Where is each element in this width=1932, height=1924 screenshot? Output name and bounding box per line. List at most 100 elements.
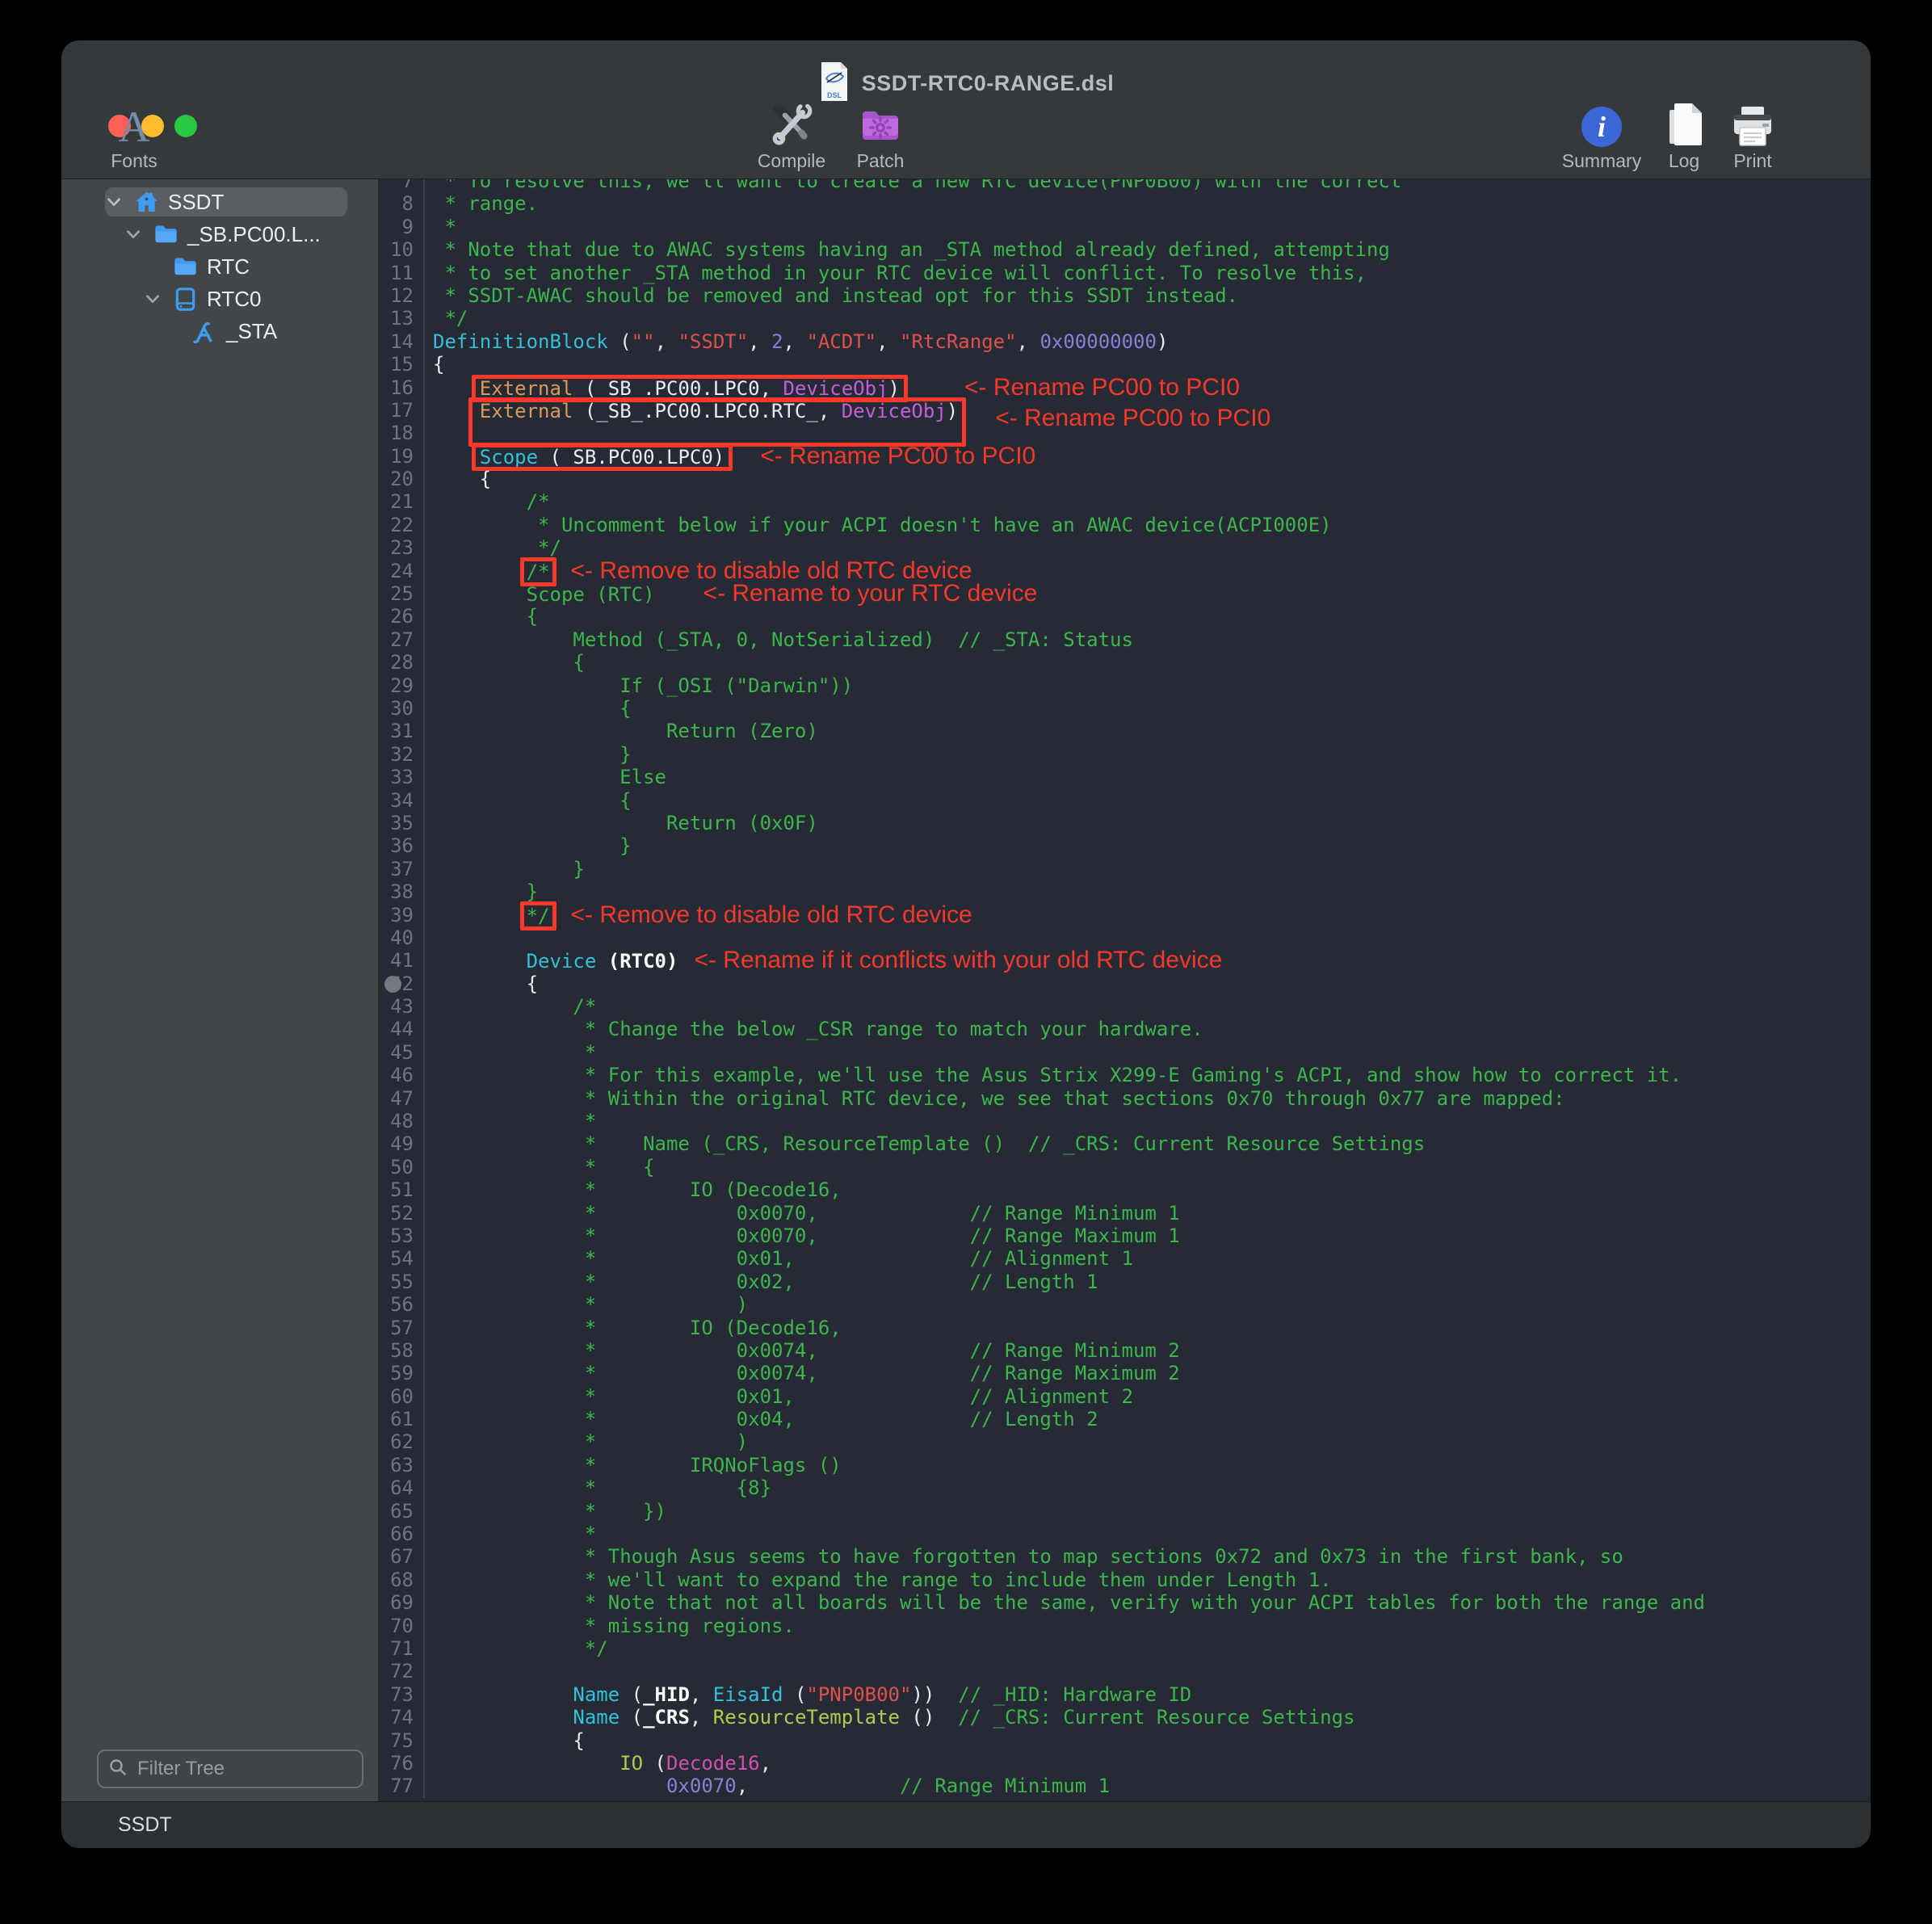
tree-list: SSDT _SB.PC00.L... [61, 186, 378, 347]
filter-tree-input[interactable] [136, 1757, 389, 1781]
line-number: 60 [380, 1385, 425, 1408]
line-number: 57 [380, 1317, 425, 1339]
line-number: 58 [380, 1339, 425, 1362]
code-line: 25 Scope (RTC)<- Rename to your RTC devi… [380, 582, 1871, 605]
code-token: (_SB.PC00.LPC0) [538, 446, 724, 468]
tree-item-rtc[interactable]: RTC [61, 250, 378, 283]
code-text: */ [425, 536, 561, 559]
folder-icon [170, 254, 200, 280]
line-number: 67 [380, 1545, 425, 1568]
chevron-down-icon[interactable] [121, 225, 145, 243]
chevron-down-icon[interactable] [141, 290, 165, 308]
line-number: 19 [380, 445, 425, 468]
red-highlight-box: External (_SB_.PC00.LPC0, DeviceObj) [480, 377, 900, 400]
status-path-text: SSDT [118, 1813, 172, 1837]
tree-item-sb-pc00[interactable]: _SB.PC00.L... [61, 218, 378, 250]
line-number: 46 [380, 1064, 425, 1086]
code-text: Device (RTC0)<- Rename if it conflicts w… [425, 949, 1222, 972]
code-token: * ) [433, 1293, 748, 1316]
code-text: * Within the original RTC device, we see… [425, 1087, 1565, 1110]
chevron-down-icon[interactable] [102, 193, 126, 211]
code-token: Scope (RTC) [433, 583, 655, 606]
code-token: , [737, 1775, 900, 1797]
line-number: 45 [380, 1041, 425, 1064]
line-number: 49 [380, 1132, 425, 1155]
code-line: 64 * {8} [380, 1477, 1871, 1499]
line-number: 50 [380, 1156, 425, 1178]
code-text: * 0x0074, // Range Minimum 2 [425, 1339, 1180, 1362]
line-number: 27 [380, 628, 425, 651]
code-token: { [433, 973, 538, 995]
code-token: , [748, 330, 771, 353]
line-number: 16 [380, 376, 425, 399]
code-token: * Within the original RTC device, we see… [433, 1087, 1565, 1110]
code-token: ( [643, 1752, 666, 1775]
line-number: 37 [380, 858, 425, 880]
code-line: 48 * [380, 1110, 1871, 1132]
code-text: Scope (_SB.PC00.LPC0)<- Rename PC00 to P… [425, 445, 1035, 468]
print-button[interactable]: Print [1696, 99, 1809, 172]
line-number: 54 [380, 1247, 425, 1270]
code-token: // _CRS: Current Resource Settings [958, 1706, 1354, 1729]
code-text: If (_OSI ("Darwin")) [425, 674, 853, 697]
code-text: * To resolve this, we'll want to create … [425, 179, 1401, 192]
code-text: * [425, 1523, 596, 1545]
code-token: { [433, 651, 585, 674]
code-text: /*<- Remove to disable old RTC device [425, 560, 972, 582]
code-token: * IO (Decode16, [433, 1178, 842, 1201]
code-token [433, 1683, 573, 1706]
line-number: 59 [380, 1362, 425, 1384]
code-line: 46 * For this example, we'll use the Asu… [380, 1064, 1871, 1086]
code-line: 58 * 0x0074, // Range Minimum 2 [380, 1339, 1871, 1362]
code-text: External (_SB_.PC00.LPC0.RTC_, DeviceObj… [425, 399, 1270, 422]
line-number: 65 [380, 1500, 425, 1523]
patch-button[interactable]: Patch [824, 99, 937, 172]
line-number: 7 [380, 179, 425, 192]
code-token: 0x0070 [666, 1775, 737, 1797]
tree-item-label: _STA [226, 319, 277, 344]
code-token: // _HID: Hardware ID [958, 1683, 1191, 1706]
code-text: Return (0x0F) [425, 812, 818, 834]
line-number: 12 [380, 284, 425, 307]
code-line: 12 * SSDT-AWAC should be removed and ins… [380, 284, 1871, 307]
line-number: 34 [380, 789, 425, 812]
code-line: 60 * 0x01, // Alignment 2 [380, 1385, 1871, 1408]
tree-item-sta[interactable]: _STA [61, 315, 378, 347]
code-token: /* [433, 490, 550, 513]
line-number: 63 [380, 1454, 425, 1477]
line-number: 20 [380, 468, 425, 490]
code-line: 51 * IO (Decode16, [380, 1178, 1871, 1201]
code-token: * [433, 216, 456, 238]
tree-item-ssdt[interactable]: SSDT [61, 186, 378, 218]
code-text: * we'll want to expand the range to incl… [425, 1569, 1332, 1591]
code-line: 76 IO (Decode16, [380, 1752, 1871, 1775]
line-number: 30 [380, 697, 425, 720]
code-line: 28 { [380, 651, 1871, 674]
code-text: * 0x01, // Alignment 2 [425, 1385, 1133, 1408]
filter-tree-field[interactable] [97, 1750, 363, 1788]
code-text: * [425, 1041, 596, 1064]
code-line: 74 Name (_CRS, ResourceTemplate () // _C… [380, 1706, 1871, 1729]
line-number: 26 [380, 605, 425, 628]
line-number: 21 [380, 490, 425, 513]
code-token: * [433, 1110, 596, 1132]
code-token: * To resolve this, we'll want to create … [433, 179, 1401, 192]
code-line: 50 * { [380, 1156, 1871, 1178]
code-text [425, 1660, 433, 1682]
tree-item-rtc0[interactable]: RTC0 [61, 283, 378, 315]
code-line: 29 If (_OSI ("Darwin")) [380, 674, 1871, 697]
code-editor[interactable]: 7 * To resolve this, we'll want to creat… [380, 179, 1871, 1801]
fonts-button[interactable]: A Fonts [78, 99, 191, 172]
code-token: "SSDT" [678, 330, 748, 353]
code-token: (RTC0) [596, 950, 678, 973]
code-text: * [425, 1110, 596, 1132]
code-line: 31 Return (Zero) [380, 720, 1871, 742]
code-line: 63 * IRQNoFlags () [380, 1454, 1871, 1477]
line-number: 71 [380, 1637, 425, 1660]
code-text: * 0x02, // Length 1 [425, 1271, 1098, 1293]
code-token: , [655, 330, 678, 353]
window-title: SSDT-RTC0-RANGE.dsl [862, 71, 1115, 96]
code-line: 21 /* [380, 490, 1871, 513]
code-token: * Uncomment below if your ACPI doesn't h… [433, 514, 1332, 536]
code-line: 44 * Change the below _CSR range to matc… [380, 1018, 1871, 1040]
